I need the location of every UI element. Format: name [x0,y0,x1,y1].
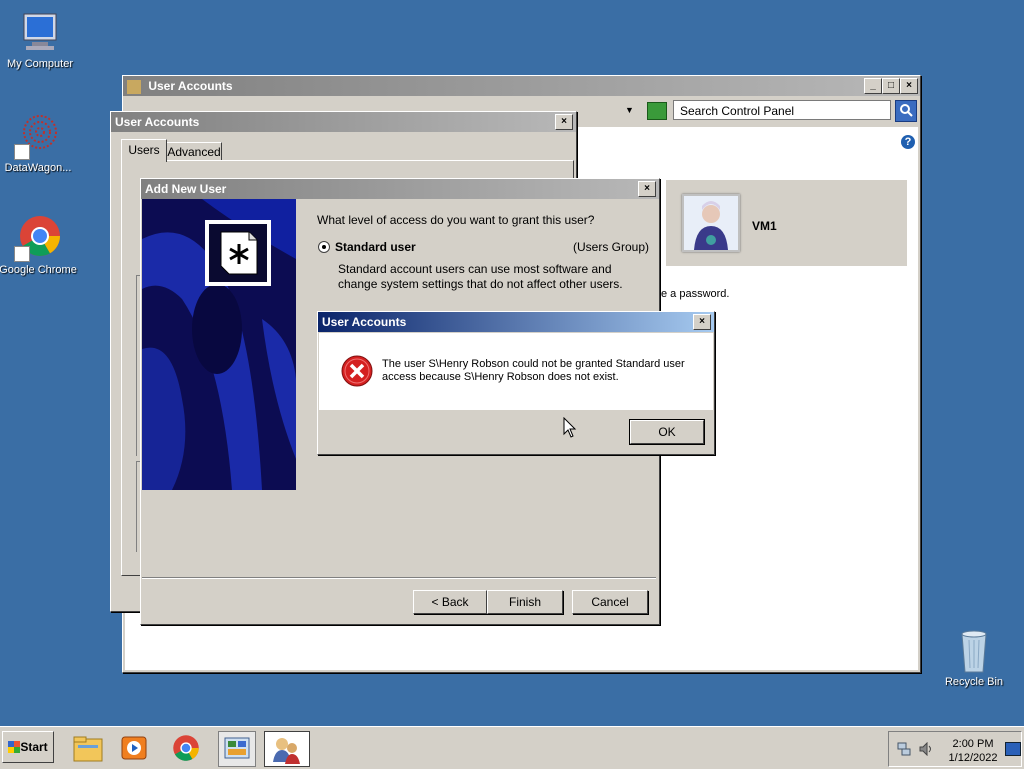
user-accounts-dialog-titlebar: User Accounts × [111,112,576,132]
desktop-icon-label: Google Chrome [0,264,77,276]
dialog-title: User Accounts [115,115,200,129]
desktop-icon-datawagon[interactable]: DataWagon... [0,112,78,174]
user-name: VM1 [752,219,777,233]
control-panel-taskbar-icon[interactable] [218,731,256,767]
avatar [682,194,740,252]
error-message-box: User Accounts × The user S\Henry Robson … [317,311,715,455]
control-panel-titlebar: User Accounts _ □ × [123,76,920,96]
back-button[interactable]: < Back [413,590,487,614]
user-accounts-icon [127,79,141,94]
finish-button[interactable]: Finish [487,590,563,614]
shortcut-arrow-icon [14,144,30,160]
wizard-banner-image [142,199,296,490]
datawagon-icon [14,112,62,160]
show-desktop-icon[interactable] [1005,742,1021,756]
partial-text: e a password. [661,288,730,300]
error-message-area: The user S\Henry Robson could not be gra… [319,333,713,410]
windows-logo-icon [8,741,21,753]
mouse-cursor-icon [563,416,577,442]
window-title: User Accounts [148,79,233,93]
standard-user-description: Standard account users can use most soft… [338,262,623,291]
wizard-title: Add New User [145,182,227,196]
clock-time: 2:00 PM [952,738,994,750]
wizard-logo-icon [205,220,271,286]
error-titlebar: User Accounts × [318,312,714,332]
recycle-bin-icon [950,626,998,674]
tab-advanced[interactable]: Advanced [166,142,222,161]
dropdown-arrow-icon[interactable]: ▼ [625,105,635,115]
chrome-icon [14,214,62,262]
volume-icon[interactable] [919,741,935,757]
ok-button[interactable]: OK [629,419,705,445]
maximize-button[interactable]: □ [882,78,900,94]
taskbar: Start 2:00 PM 1/12/2022 [0,726,1024,769]
tab-label: Advanced [167,145,221,159]
tab-users[interactable]: Users [121,139,167,162]
error-title: User Accounts [322,315,407,329]
help-icon[interactable]: ? [901,135,915,149]
shortcut-arrow-icon [14,246,30,262]
chrome-taskbar-icon[interactable] [168,731,204,765]
close-button[interactable]: × [900,78,918,94]
media-player-taskbar-icon[interactable] [116,731,152,765]
desktop-icon-recycle-bin[interactable]: Recycle Bin [934,626,1014,688]
desktop-icon-label: Recycle Bin [944,676,1004,688]
access-question: What level of access do you want to gran… [317,213,595,227]
my-computer-icon [16,8,64,56]
user-accounts-taskbar-icon[interactable] [264,731,310,767]
desktop-icon-label: My Computer [6,58,74,70]
minimize-button[interactable]: _ [864,78,882,94]
start-button[interactable]: Start [2,731,54,763]
search-icon[interactable] [895,100,917,122]
start-label: Start [20,740,48,754]
standard-user-label[interactable]: Standard user [335,240,416,254]
clock[interactable]: 2:00 PM 1/12/2022 [945,737,1001,765]
separator [142,577,656,579]
tab-label: Users [128,143,160,157]
system-tray: 2:00 PM 1/12/2022 [888,731,1022,767]
search-placeholder: Search Control Panel [680,104,795,118]
desktop-icon-label: DataWagon... [4,162,72,174]
standard-user-radio[interactable] [318,241,330,253]
clock-date: 1/12/2022 [948,752,998,764]
error-message: The user S\Henry Robson could not be gra… [382,358,685,383]
refresh-icon[interactable] [647,102,667,120]
explorer-taskbar-icon[interactable] [70,731,106,765]
users-group-label: (Users Group) [573,240,650,254]
close-button[interactable]: × [555,114,573,130]
desktop-icon-my-computer[interactable]: My Computer [0,8,80,70]
network-icon[interactable] [897,742,911,756]
cancel-button[interactable]: Cancel [572,590,648,614]
wizard-titlebar: Add New User × [141,179,659,199]
close-button[interactable]: × [693,314,711,330]
user-tile[interactable]: VM1 [666,180,907,266]
error-icon [341,355,373,390]
desktop-icon-google-chrome[interactable]: Google Chrome [0,214,78,276]
close-button[interactable]: × [638,181,656,197]
search-input[interactable]: Search Control Panel [673,100,891,120]
